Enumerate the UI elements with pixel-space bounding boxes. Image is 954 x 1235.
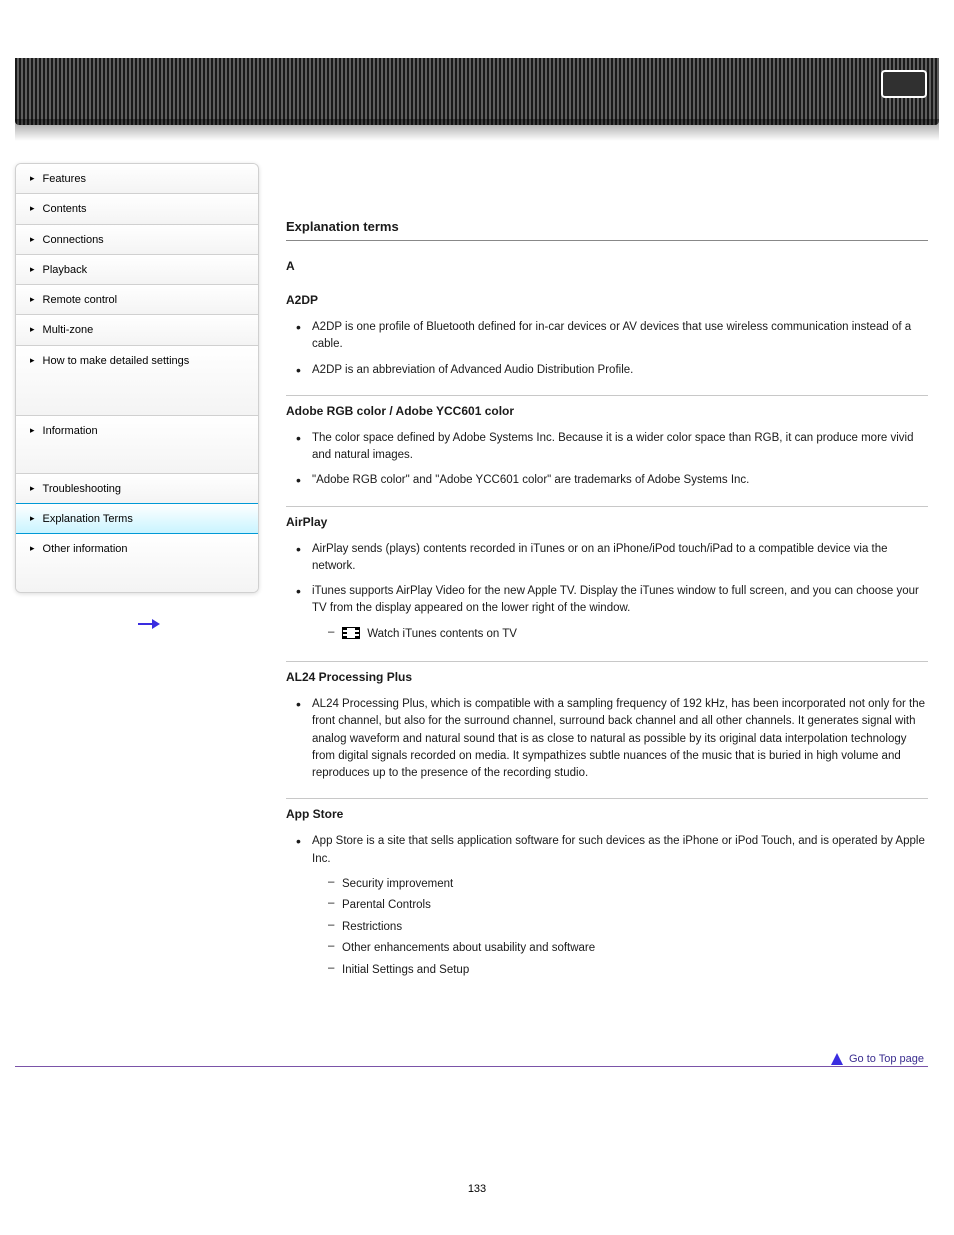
footer-rule: [15, 1066, 928, 1067]
group-heading: A: [286, 259, 928, 273]
term-row: App Store App Store is a site that sells …: [286, 799, 928, 997]
sidebar-item-contents[interactable]: ▸ Contents: [16, 194, 258, 224]
term-row: AirPlay AirPlay sends (plays) contents re…: [286, 507, 928, 663]
chevron-right-icon: ▸: [30, 423, 35, 437]
go-to-top-label: Go to Top page: [849, 1053, 924, 1065]
term-note: A2DP is an abbreviation of Advanced Audi…: [296, 358, 928, 383]
chevron-right-icon: ▸: [30, 322, 35, 336]
sidebar-item-label: Playback: [43, 262, 248, 277]
term-subnote: Other enhancements about usability and s…: [328, 938, 928, 960]
term-note: A2DP is one profile of Bluetooth defined…: [296, 315, 928, 358]
term-subnote: Parental Controls: [328, 895, 928, 917]
sidebar-item-label: How to make detailed settings: [43, 353, 248, 368]
banner-shadow: [15, 119, 939, 141]
chevron-right-icon: ▸: [30, 511, 35, 525]
term-note: AL24 Processing Plus, which is compatibl…: [296, 692, 928, 786]
term-subnote: Security improvement: [328, 874, 928, 896]
term-note: App Store is a site that sells applicati…: [296, 829, 928, 985]
chevron-right-icon: ▸: [30, 481, 35, 495]
sidebar-item-remote-control[interactable]: ▸ Remote control: [16, 285, 258, 315]
term-title: A2DP: [286, 293, 928, 307]
sidebar-item-troubleshooting[interactable]: ▸ Troubleshooting: [16, 474, 258, 504]
sidebar-item-label: Remote control: [43, 292, 248, 307]
term-note: The color space defined by Adobe Systems…: [296, 426, 928, 469]
sidebar-item-label: Troubleshooting: [43, 481, 248, 496]
sidebar-item-label: Features: [43, 171, 248, 186]
sidebar-item-multi-zone[interactable]: ▸ Multi-zone: [16, 315, 258, 345]
term-row: Adobe RGB color / Adobe YCC601 color The …: [286, 396, 928, 507]
main-content: Explanation terms A A2DP A2DP is one profi…: [286, 163, 928, 998]
term-row: AL24 Processing Plus AL24 Processing Plus…: [286, 662, 928, 799]
sidebar-item-other-information[interactable]: ▸ Other information: [16, 534, 258, 592]
chevron-right-icon: ▸: [30, 171, 35, 185]
term-subnote: Initial Settings and Setup: [328, 960, 928, 982]
sidebar-item-label: Information: [43, 423, 248, 438]
term-row: A2DP A2DP is one profile of Bluetooth def…: [286, 285, 928, 396]
next-page-arrow[interactable]: [138, 618, 162, 633]
film-subnote: Watch iTunes contents on TV: [328, 624, 928, 646]
term-note: AirPlay sends (plays) contents recorded …: [296, 537, 928, 580]
film-subnote-label: Watch iTunes contents on TV: [364, 628, 517, 640]
title-rule: [286, 240, 928, 241]
triangle-up-icon: [831, 1053, 843, 1065]
header-banner: [15, 58, 939, 125]
sidebar-item-connections[interactable]: ▸ Connections: [16, 225, 258, 255]
term-title: Adobe RGB color / Adobe YCC601 color: [286, 404, 928, 418]
chevron-right-icon: ▸: [30, 201, 35, 215]
term-title: AirPlay: [286, 515, 928, 529]
sidebar-item-explanation-terms[interactable]: ▸ Explanation Terms: [16, 503, 258, 534]
sidebar-item-label: Other information: [43, 541, 248, 556]
sidebar-item-label: Contents: [43, 201, 248, 216]
sidebar-item-features[interactable]: ▸ Features: [16, 164, 258, 194]
chevron-right-icon: ▸: [30, 541, 35, 555]
sidebar-item-label: Multi-zone: [43, 322, 248, 337]
sidebar-nav: ▸Features▸Contents▸Connections▸Playback▸…: [15, 163, 259, 593]
sidebar-item-label: Explanation Terms: [43, 511, 248, 526]
chevron-right-icon: ▸: [30, 353, 35, 367]
term-note: iTunes supports AirPlay Video for the ne…: [296, 579, 928, 649]
term-title: App Store: [286, 807, 928, 821]
chevron-right-icon: ▸: [30, 232, 35, 246]
page-title: Explanation terms: [286, 219, 928, 234]
sidebar-item-playback[interactable]: ▸ Playback: [16, 255, 258, 285]
term-subnote: Restrictions: [328, 917, 928, 939]
chevron-right-icon: ▸: [30, 292, 35, 306]
sidebar-item-label: Connections: [43, 232, 248, 247]
go-to-top-link[interactable]: Go to Top page: [831, 1053, 924, 1065]
film-icon: [342, 627, 360, 639]
sidebar-item-how-to-make-detailed-settings[interactable]: ▸ How to make detailed settings: [16, 346, 258, 416]
term-note: "Adobe RGB color" and "Adobe YCC601 colo…: [296, 468, 928, 493]
sidebar-item-information[interactable]: ▸ Information: [16, 416, 258, 474]
page-number: 133: [0, 1183, 954, 1195]
term-title: AL24 Processing Plus: [286, 670, 928, 684]
chevron-right-icon: ▸: [30, 262, 35, 276]
app-mode-button[interactable]: [881, 70, 927, 98]
